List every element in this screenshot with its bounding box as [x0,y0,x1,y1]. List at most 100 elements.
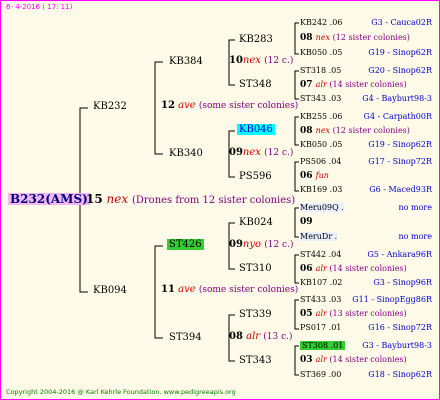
gen4-queen-row: KB050 .05 G19 - Sinop62R [300,48,432,57]
gen4-year: 06 [300,171,316,181]
gen4-queen-id[interactable]: PS017 .01 [300,323,341,332]
root-queen-tag: nex [106,192,129,206]
gen4-year-row: 07 alr (14 sister colonies) [300,81,407,90]
gen4-queen-id[interactable]: KB169 .03 [300,185,342,194]
gen4-queen-row: ST433 .03 G11 - SinopEgg86R [300,295,432,304]
gen4-year: 08 [300,126,316,136]
gen4-tag: alr [315,80,330,89]
gen4-queen-id[interactable]: ST308 .01 [300,341,346,350]
gen4-queen-row: ST442 .04 G5 - Ankara96R [300,250,432,259]
gen4-year-row: 06 alr (14 sister colonies) [300,265,407,274]
gen4-queen-id[interactable]: ST433 .03 [300,295,341,304]
gen4-queen-id[interactable]: KB255 .06 [300,112,342,121]
gen4-queen-id[interactable]: ST343 .03 [300,94,341,103]
root-queen-info: 15 nex (Drones from 12 sister colonies) [86,193,295,206]
gen4-note: (14 sister colonies) [329,264,407,273]
gen4-origin: G4 - Bayburt98-3 [362,94,432,103]
gen4-year-row: 09 [300,218,313,227]
gen3-name[interactable]: ST343 [239,356,272,366]
copyright: Copyright 2004-2016 @ Karl Kehrle Founda… [6,388,236,396]
gen4-note: (12 sister colonies) [332,126,410,135]
gen4-tag: alr [315,355,330,364]
root-note: (Drones from 12 sister colonies) [131,195,296,206]
gen3-name[interactable]: KB046 [237,124,275,135]
gen4-queen-id[interactable]: KB107 .02 [300,278,342,287]
gen4-year-row: 03 alr (14 sister colonies) [300,356,407,365]
gen4-origin: G20 - Sinop62R [368,66,432,75]
gen2-info: 09nyo (12 c.) [229,239,294,250]
gen4-tag: fun [315,171,329,180]
gen4-origin: no more [398,232,432,241]
gen4-queen-id[interactable]: MeruDr . [300,232,338,241]
gen4-year-row: 08 nex (12 sister colonies) [300,127,410,136]
gen4-queen-id[interactable]: Meru09Q . [300,203,344,212]
gen4-tag: alr [315,309,330,318]
gen4-queen-row: KB107 .02 G3 - Sinop96R [300,278,432,287]
gen1-name[interactable]: KB232 [93,102,127,112]
gen4-note: (14 sister colonies) [329,80,407,89]
gen1-name[interactable]: KB094 [93,286,127,296]
gen2-name[interactable]: ST426 [167,239,204,250]
gen4-origin: G19 - Sinop62R [368,48,432,57]
gen3-name[interactable]: ST339 [239,310,272,320]
gen4-origin: G5 - Ankara96R [367,250,432,259]
gen4-queen-row: PS506 .04 G17 - Sinop72R [300,157,432,166]
gen1-info: 12 ave (some sister colonies) [161,100,299,111]
gen2-info: 08 alr (13 c.) [229,331,293,342]
gen2-name[interactable]: KB340 [169,149,203,159]
gen4-year-row: 06 fun [300,172,329,181]
gen4-note: (14 sister colonies) [329,355,407,364]
gen4-origin: G3 - Cauca02R [371,18,432,27]
gen4-origin: G11 - SinopEgg86R [352,295,432,304]
gen3-name[interactable]: PS596 [239,172,272,182]
gen4-tag: nex [315,33,333,42]
gen4-year: 09 [300,217,313,227]
gen4-queen-id[interactable]: KB242 .06 [300,18,342,27]
gen4-origin: no more [398,203,432,212]
gen4-note: (13 sister colonies) [329,309,407,318]
gen4-queen-row: ST343 .03 G4 - Bayburt98-3 [300,94,432,103]
gen4-queen-row: MeruDr . no more [300,232,432,241]
gen4-year-row: 05 alr (13 sister colonies) [300,310,407,319]
gen4-origin: G4 - Carpath00R [363,112,432,121]
gen4-queen-id[interactable]: KB050 .05 [300,48,342,57]
gen4-queen-id[interactable]: ST369 .00 [300,370,341,379]
gen3-name[interactable]: KB283 [239,35,273,45]
gen4-origin: G6 - Maced93R [369,185,432,194]
gen4-year: 05 [300,309,316,319]
gen1-info: 11 ave (some sister colonies) [161,284,299,295]
gen4-queen-row: KB169 .03 G6 - Maced93R [300,185,432,194]
root-year: 15 [86,192,103,206]
gen2-name[interactable]: ST394 [169,333,202,343]
gen4-queen-row: ST318 .05 G20 - Sinop62R [300,66,432,75]
gen4-year: 03 [300,355,316,365]
gen4-queen-id[interactable]: ST318 .05 [300,66,341,75]
gen4-queen-row: ST308 .01 G3 - Bayburt98-3 [300,341,432,350]
gen4-queen-row: KB050 .05 G19 - Sinop62R [300,140,432,149]
gen4-origin: G16 - Sinop72R [368,323,432,332]
gen4-origin: G3 - Sinop96R [373,278,432,287]
gen4-queen-id[interactable]: PS506 .04 [300,157,341,166]
gen4-queen-row: Meru09Q . no more [300,203,432,212]
gen3-name[interactable]: ST348 [239,80,272,90]
gen4-year: 06 [300,264,316,274]
gen2-name[interactable]: KB384 [169,57,203,67]
gen4-queen-row: KB242 .06 G3 - Cauca02R [300,18,432,27]
gen4-queen-row: PS017 .01 G16 - Sinop72R [300,323,432,332]
gen4-origin: G3 - Bayburt98-3 [362,341,432,350]
root-queen-name[interactable]: B232(AMS) [8,193,90,205]
gen4-queen-id[interactable]: KB050 .05 [300,140,342,149]
gen4-note: (12 sister colonies) [332,33,410,42]
report-date: 6- 4-2016 ( 17: 11) [6,3,73,11]
gen4-year: 07 [300,80,316,90]
gen3-name[interactable]: ST310 [239,264,272,274]
gen4-tag: alr [315,264,330,273]
gen4-queen-row: KB255 .06 G4 - Carpath00R [300,112,432,121]
gen3-name[interactable]: KB024 [239,218,273,228]
gen4-year-row: 08 nex (12 sister colonies) [300,34,410,43]
gen4-queen-row: ST369 .00 G18 - Sinop62R [300,370,432,379]
gen4-year: 08 [300,33,316,43]
gen4-origin: G18 - Sinop62R [368,370,432,379]
gen4-queen-id[interactable]: ST442 .04 [300,250,341,259]
gen2-info: 10nex (12 c.) [229,55,294,66]
